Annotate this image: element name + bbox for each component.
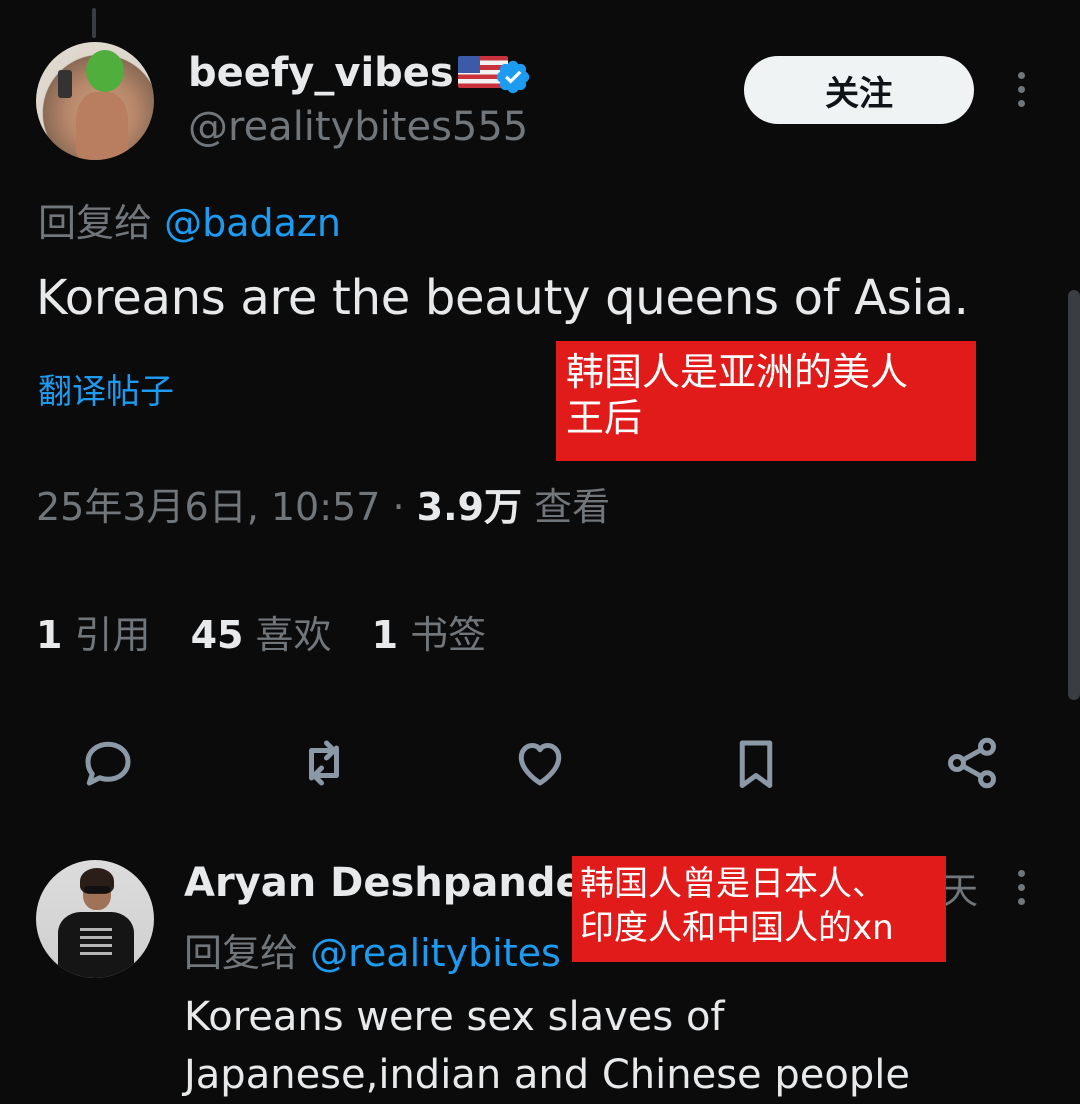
overlay-line: 韩国人是亚洲的美人 xyxy=(566,350,909,394)
reply-author-name[interactable]: Aryan Deshpande xyxy=(184,860,583,906)
quotes-count: 1 xyxy=(36,613,63,657)
reply-prefix: 回复给 xyxy=(184,931,299,975)
follow-button[interactable]: 关注 xyxy=(744,56,974,124)
reply-text-line: Japanese,indian and Chinese people xyxy=(184,1052,910,1098)
author-display-name[interactable]: beefy_vibes xyxy=(188,50,508,96)
scrollbar[interactable] xyxy=(1068,290,1080,700)
thread-connector-line xyxy=(92,8,96,38)
bookmarks-label: 书签 xyxy=(410,613,487,657)
retweet-icon[interactable] xyxy=(294,733,354,793)
quotes-label: 引用 xyxy=(74,613,151,657)
likes-count: 45 xyxy=(190,613,244,657)
likes-label: 喜欢 xyxy=(255,613,332,657)
timestamp-text[interactable]: 25年3月6日, 10:57 · xyxy=(36,485,405,529)
translation-overlay: 韩国人是亚洲的美人 王后 xyxy=(556,341,976,461)
translation-overlay: 韩国人曾是日本人、 印度人和中国人的xn xyxy=(572,856,946,962)
reply-mention-link[interactable]: @realitybites xyxy=(310,931,561,975)
reply-icon[interactable] xyxy=(78,733,138,793)
share-icon[interactable] xyxy=(942,733,1002,793)
tweet-timestamp: 25年3月6日, 10:57 · 3.9万 查看 xyxy=(36,476,610,531)
views-count: 3.9万 xyxy=(416,485,522,529)
author-handle[interactable]: @realitybites555 xyxy=(188,104,528,150)
more-options-icon[interactable] xyxy=(1016,72,1026,107)
bookmarks-count: 1 xyxy=(371,613,399,657)
reply-mention-link[interactable]: @badazn xyxy=(164,201,341,245)
tweet-text: Koreans are the beauty queens of Asia. xyxy=(36,270,969,326)
translate-post-link[interactable]: 翻译帖子 xyxy=(38,364,174,413)
bookmarks-stat[interactable]: 1 书签 xyxy=(372,613,487,657)
reply-text: Koreans were sex slaves of Japanese,indi… xyxy=(184,988,944,1104)
overlay-line: 印度人和中国人的xn xyxy=(580,908,894,948)
reply-context: 回复给 @badazn xyxy=(38,192,341,247)
likes-stat[interactable]: 45 喜欢 xyxy=(191,613,332,657)
views-label: 查看 xyxy=(534,485,611,529)
author-name-text: beefy_vibes xyxy=(188,50,454,96)
reply-avatar[interactable] xyxy=(36,860,154,978)
quotes-stat[interactable]: 1 引用 xyxy=(36,613,151,657)
bookmark-icon[interactable] xyxy=(726,733,786,793)
verified-badge-icon xyxy=(496,60,530,94)
reply-more-options-icon[interactable] xyxy=(1016,870,1026,905)
reply-context: 回复给 @realitybites xyxy=(184,922,561,977)
reply-text-line: Koreans were sex slaves of xyxy=(184,994,725,1040)
like-icon[interactable] xyxy=(510,733,570,793)
overlay-line: 韩国人曾是日本人、 xyxy=(580,864,886,904)
overlay-line: 王后 xyxy=(566,396,643,440)
avatar[interactable] xyxy=(36,42,154,160)
reply-prefix: 回复给 xyxy=(38,201,153,245)
engagement-stats: 1 引用 45 喜欢 1 书签 xyxy=(36,604,486,659)
reply-time: 天 xyxy=(942,871,979,912)
